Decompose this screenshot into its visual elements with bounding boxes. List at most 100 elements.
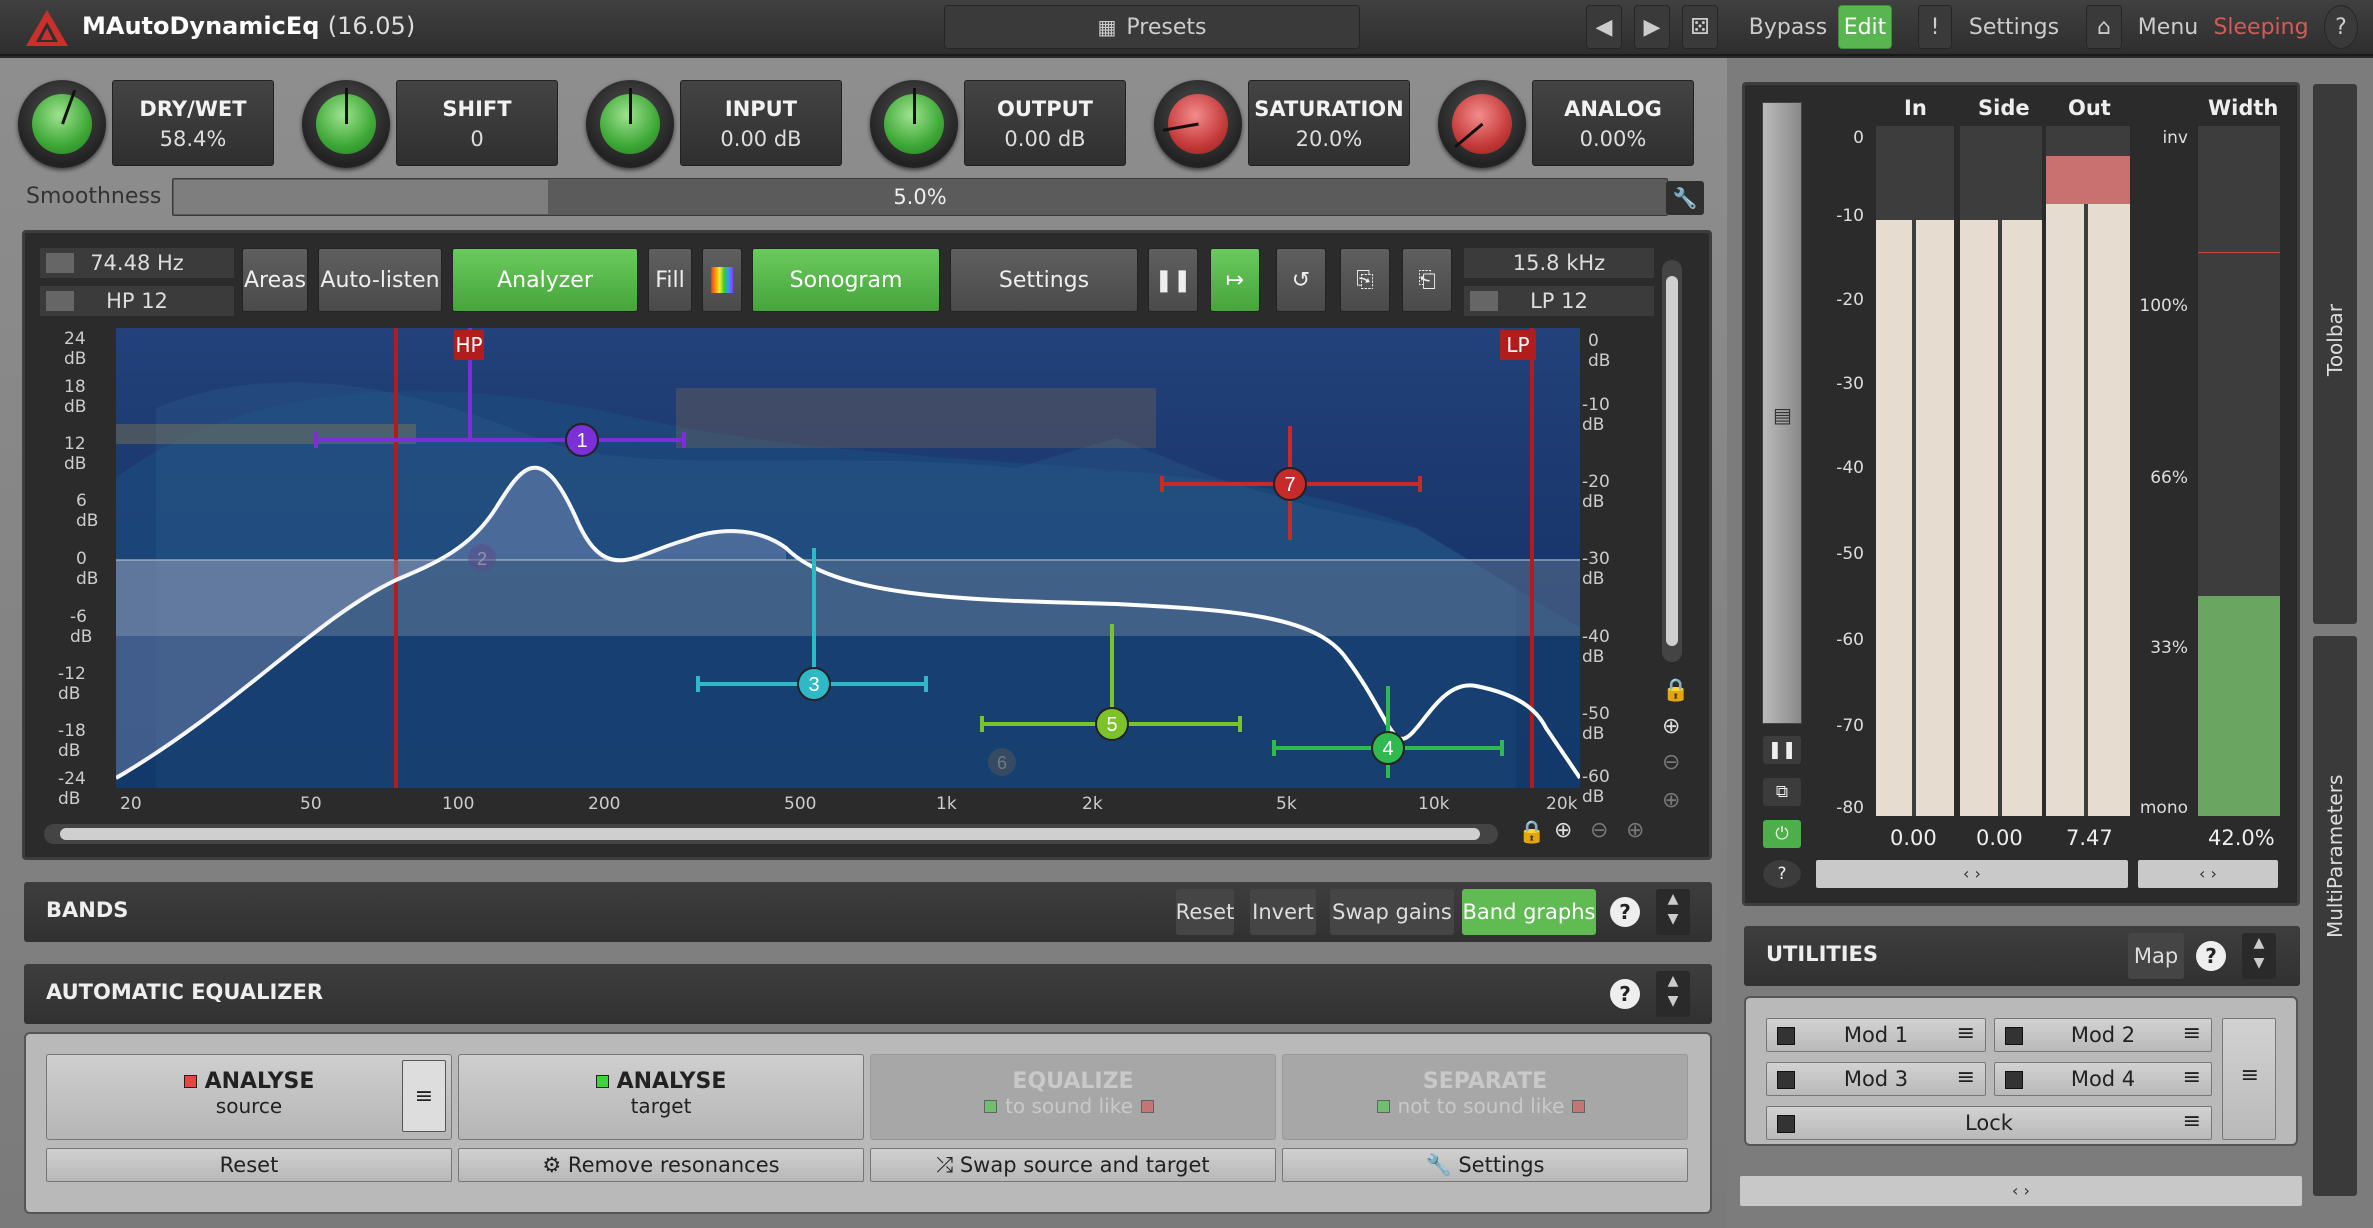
fill-button[interactable]: Fill [648, 248, 692, 312]
output-gain-slider[interactable]: ▤ [1762, 102, 1802, 724]
utilities-collapse-button[interactable]: ▲ ▼ [2242, 933, 2276, 979]
zoom-reset-h-icon[interactable]: ⊕ [1626, 818, 1644, 843]
eq-settings-button[interactable]: Settings [950, 248, 1138, 312]
eq-graph[interactable]: 1 2 3 4 5 6 7 [116, 328, 1580, 788]
width-scale-tick: inv [2162, 128, 2188, 148]
meter-help-button[interactable]: ? [1763, 860, 1801, 888]
swap-gains-button[interactable]: Swap gains [1330, 889, 1454, 935]
analyse-target-button[interactable]: ANALYSE target [458, 1054, 864, 1140]
x-tick: 5k [1276, 794, 1297, 814]
swap-source-target-button[interactable]: ⤮ Swap source and target [870, 1148, 1276, 1182]
modulators-menu-button[interactable]: ≡ [2222, 1018, 2276, 1140]
lp-marker[interactable]: LP [1500, 330, 1536, 360]
follow-button[interactable]: ↦ [1210, 248, 1260, 312]
alert-button[interactable]: ! [1918, 5, 1952, 49]
hp-type-field[interactable]: HP 12 [40, 286, 234, 316]
meter-pause-button[interactable]: ❚❚ [1763, 736, 1801, 764]
previous-preset-button[interactable]: ◀ [1586, 5, 1622, 49]
bands-invert-button[interactable]: Invert [1250, 889, 1316, 935]
auto-eq-collapse-button[interactable]: ▲ ▼ [1656, 971, 1690, 1017]
menu-button[interactable]: Menu [2130, 5, 2206, 49]
smoothness-slider[interactable]: 5.0% [172, 178, 1668, 216]
auto-eq-title: AUTOMATIC EQUALIZER [46, 980, 324, 1004]
sonogram-button[interactable]: Sonogram [752, 248, 940, 312]
home-button[interactable]: ⌂ [2086, 5, 2122, 49]
hp-marker[interactable]: HP [454, 330, 484, 360]
pause-button[interactable]: ❚❚ [1148, 248, 1198, 312]
y-tick-left: -18 dB [58, 721, 86, 761]
smoothness-settings-button[interactable]: 🔧 [1666, 181, 1704, 215]
y-tick-left: -12 dB [58, 664, 86, 704]
auto-eq-reset-button[interactable]: Reset [46, 1148, 452, 1182]
lp-frequency-field[interactable]: 15.8 kHz [1464, 248, 1654, 278]
y-tick-right: -40 dB [1582, 627, 1610, 667]
next-preset-button[interactable]: ▶ [1634, 5, 1670, 49]
multiparameters-tab[interactable]: MultiParameters [2313, 636, 2357, 1196]
source-menu-button[interactable]: ≡ [402, 1060, 446, 1132]
vertical-scrollbar[interactable] [1662, 260, 1682, 662]
zoom-in-h-icon[interactable]: ⊕ [1554, 818, 1572, 843]
output-knob[interactable] [870, 80, 958, 168]
auto-eq-settings-button[interactable]: 🔧 Settings [1282, 1148, 1688, 1182]
wrench-icon: 🔧 [1425, 1153, 1459, 1177]
auto-listen-button[interactable]: Auto-listen [318, 248, 442, 312]
band-graphs-button[interactable]: Band graphs [1462, 889, 1596, 935]
equalize-button[interactable]: EQUALIZE to sound like [870, 1054, 1276, 1140]
lock-button[interactable]: Lock ≡ [1766, 1106, 2212, 1140]
shuffle-icon: ⤮ [936, 1153, 960, 1177]
width-slider[interactable]: ‹ › [2138, 860, 2278, 888]
settings-button[interactable]: Settings [1960, 5, 2068, 49]
analog-knob[interactable] [1438, 80, 1526, 168]
import-button[interactable]: ⎘ [1340, 248, 1390, 312]
lp-type-field[interactable]: LP 12 [1464, 286, 1654, 316]
horizontal-scrollbar[interactable] [44, 824, 1498, 844]
input-knob[interactable] [586, 80, 674, 168]
edit-button[interactable]: Edit [1838, 5, 1892, 49]
reset-view-button[interactable]: ↺ [1276, 248, 1326, 312]
lock-icon[interactable]: 🔒 [1662, 678, 1689, 703]
x-tick: 2k [1082, 794, 1103, 814]
scroll-thumb[interactable] [60, 828, 1480, 840]
remove-resonances-button[interactable]: ⚙ Remove resonances [458, 1148, 864, 1182]
hp-frequency-field[interactable]: 74.48 Hz [40, 248, 234, 278]
separate-button[interactable]: SEPARATE not to sound like [1282, 1054, 1688, 1140]
presets-button[interactable]: ▦ Presets [944, 5, 1360, 49]
export-button[interactable]: ⎗ [1402, 248, 1452, 312]
dry-wet-knob[interactable] [18, 80, 106, 168]
zoom-out-icon[interactable]: ⊖ [1662, 750, 1680, 775]
saturation-knob[interactable] [1154, 80, 1242, 168]
width-scale-tick: 66% [2150, 468, 2188, 488]
bypass-button[interactable]: Bypass [1742, 5, 1834, 49]
meter-popup-button[interactable]: ⧉ [1763, 778, 1801, 806]
x-tick: 20 [120, 794, 142, 814]
map-button[interactable]: Map [2128, 933, 2184, 979]
zoom-in-icon[interactable]: ⊕ [1662, 714, 1680, 739]
auto-eq-help-button[interactable]: ? [1610, 979, 1640, 1009]
meter-power-button[interactable]: ⏻ [1763, 820, 1801, 848]
analyzer-button[interactable]: Analyzer [452, 248, 638, 312]
bands-help-button[interactable]: ? [1610, 897, 1640, 927]
zoom-out-h-icon[interactable]: ⊖ [1590, 818, 1608, 843]
bands-collapse-button[interactable]: ▲ ▼ [1656, 889, 1690, 935]
shift-knob[interactable] [302, 80, 390, 168]
mod-2-button[interactable]: Mod 2 ≡ [1994, 1018, 2212, 1052]
utilities-help-button[interactable]: ? [2196, 941, 2226, 971]
x-tick: 1k [936, 794, 957, 814]
random-preset-button[interactable]: ⚄ [1682, 5, 1718, 49]
bands-reset-button[interactable]: Reset [1176, 889, 1234, 935]
color-palette-button[interactable] [702, 248, 742, 312]
analyse-source-button[interactable]: ANALYSE source [46, 1054, 452, 1140]
y-tick-left: 0 dB [76, 549, 99, 589]
toolbar-tab[interactable]: Toolbar [2313, 84, 2357, 624]
mod-4-button[interactable]: Mod 4 ≡ [1994, 1062, 2212, 1096]
help-button[interactable]: ? [2324, 5, 2358, 49]
lock-h-icon[interactable]: 🔒 [1518, 820, 1545, 845]
areas-button[interactable]: Areas [242, 248, 308, 312]
bottom-slider[interactable]: ‹ › [1740, 1176, 2302, 1206]
in-side-out-slider[interactable]: ‹ › [1816, 860, 2128, 888]
zoom-reset-icon[interactable]: ⊕ [1662, 788, 1680, 813]
scroll-thumb[interactable] [1666, 276, 1678, 646]
mod-1-button[interactable]: Mod 1 ≡ [1766, 1018, 1986, 1052]
mod-3-button[interactable]: Mod 3 ≡ [1766, 1062, 1986, 1096]
sleeping-indicator[interactable]: Sleeping [2213, 5, 2308, 49]
